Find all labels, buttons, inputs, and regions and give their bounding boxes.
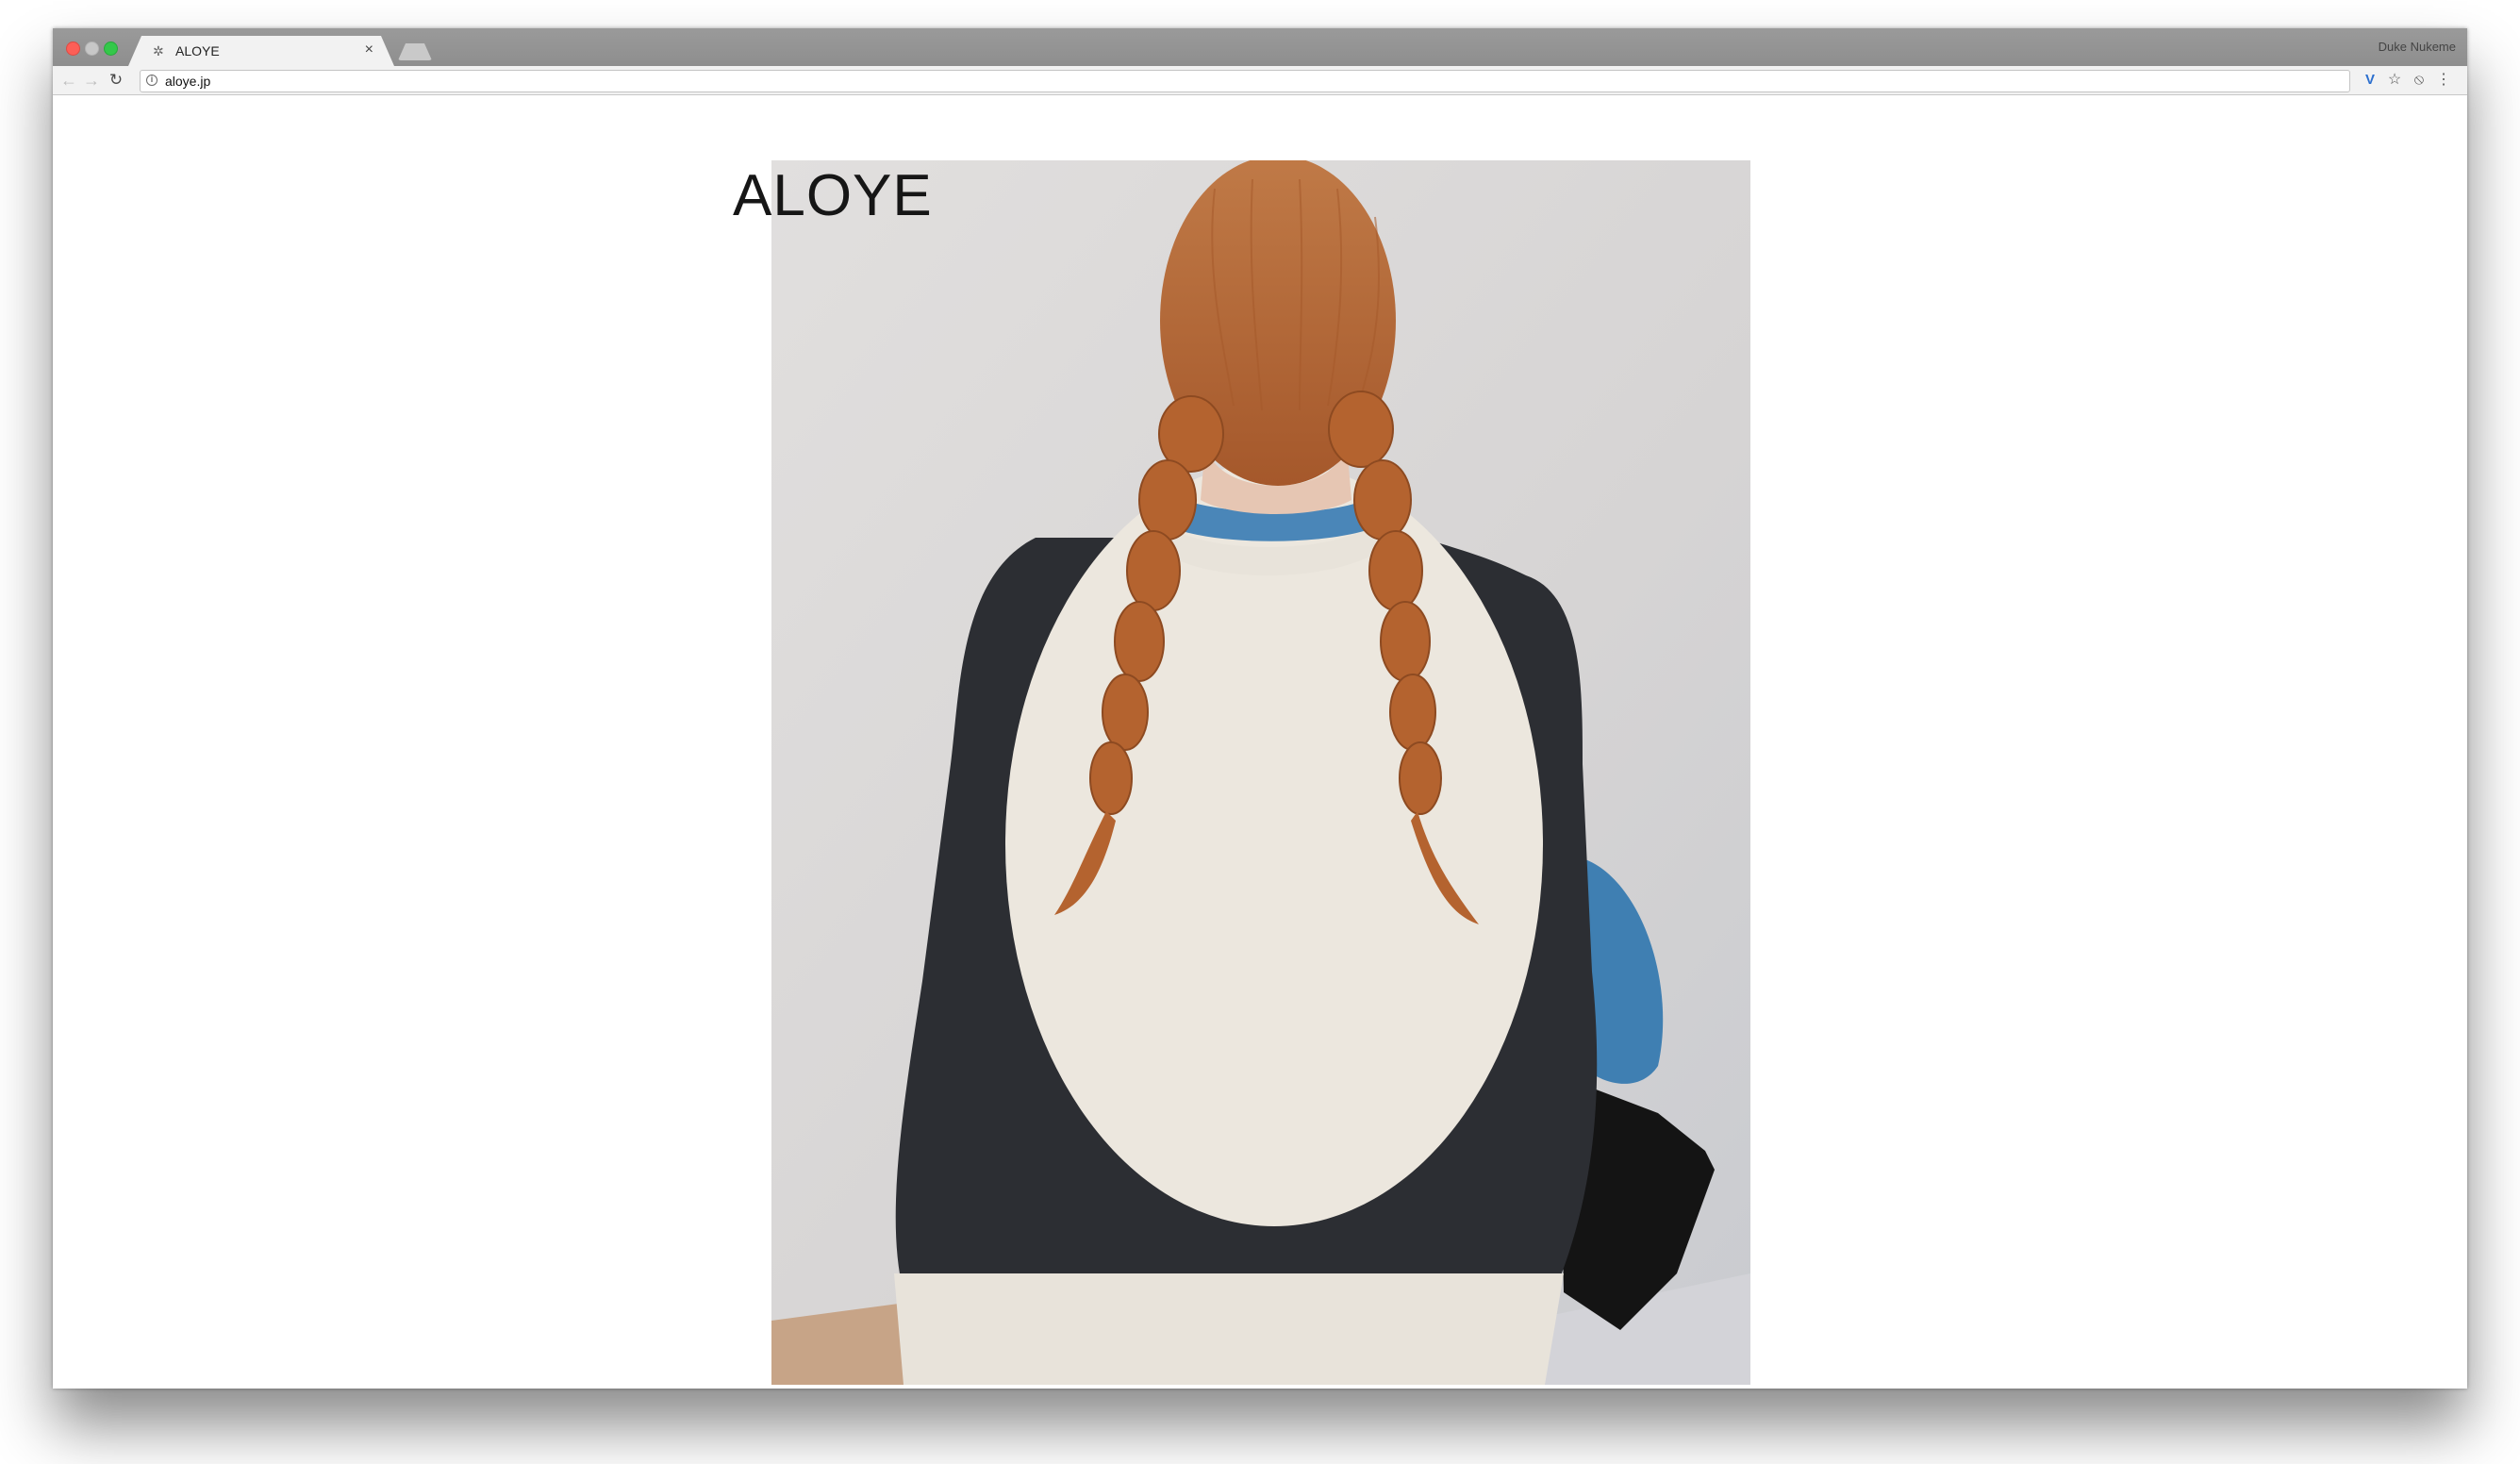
loading-favicon-icon: ✲ — [153, 43, 164, 58]
tab-close-icon[interactable]: × — [365, 42, 373, 58]
hero-illustration — [771, 160, 1750, 1385]
vivaldi-extension-icon[interactable]: V — [2360, 70, 2380, 91]
extension-icon[interactable]: ⦸ — [2409, 70, 2429, 91]
zoom-window-button[interactable] — [104, 42, 118, 56]
brand-logo[interactable]: ALOYE — [733, 163, 933, 229]
arrow-right-icon[interactable]: → — [81, 70, 102, 91]
profile-name[interactable]: Duke Nukeme — [2379, 40, 2456, 54]
tab-aloye[interactable]: ✲ ALOYE × — [128, 36, 394, 66]
tab-strip: ✲ ALOYE × Duke Nukeme — [53, 28, 2467, 66]
star-icon[interactable]: ☆ — [2384, 70, 2405, 91]
tab-title: ALOYE — [175, 43, 220, 58]
browser-toolbar: ← → ↻ i aloye.jp V ☆ ⦸ ⋮ — [53, 66, 2467, 95]
close-window-button[interactable] — [66, 42, 80, 56]
minimize-window-button[interactable] — [85, 42, 99, 56]
address-bar[interactable]: i aloye.jp — [140, 70, 2350, 92]
new-tab-button[interactable] — [398, 43, 432, 60]
page-content: ALOYE — [53, 95, 2467, 1389]
url-text[interactable]: aloye.jp — [165, 74, 210, 89]
arrow-left-icon[interactable]: ← — [58, 70, 79, 91]
info-icon[interactable]: i — [146, 75, 158, 86]
kebab-menu-icon[interactable]: ⋮ — [2433, 70, 2454, 91]
reload-icon[interactable]: ↻ — [106, 70, 126, 91]
hero-image — [771, 160, 1750, 1385]
browser-window: ✲ ALOYE × Duke Nukeme ← → ↻ i aloye.jp V… — [53, 28, 2467, 1389]
